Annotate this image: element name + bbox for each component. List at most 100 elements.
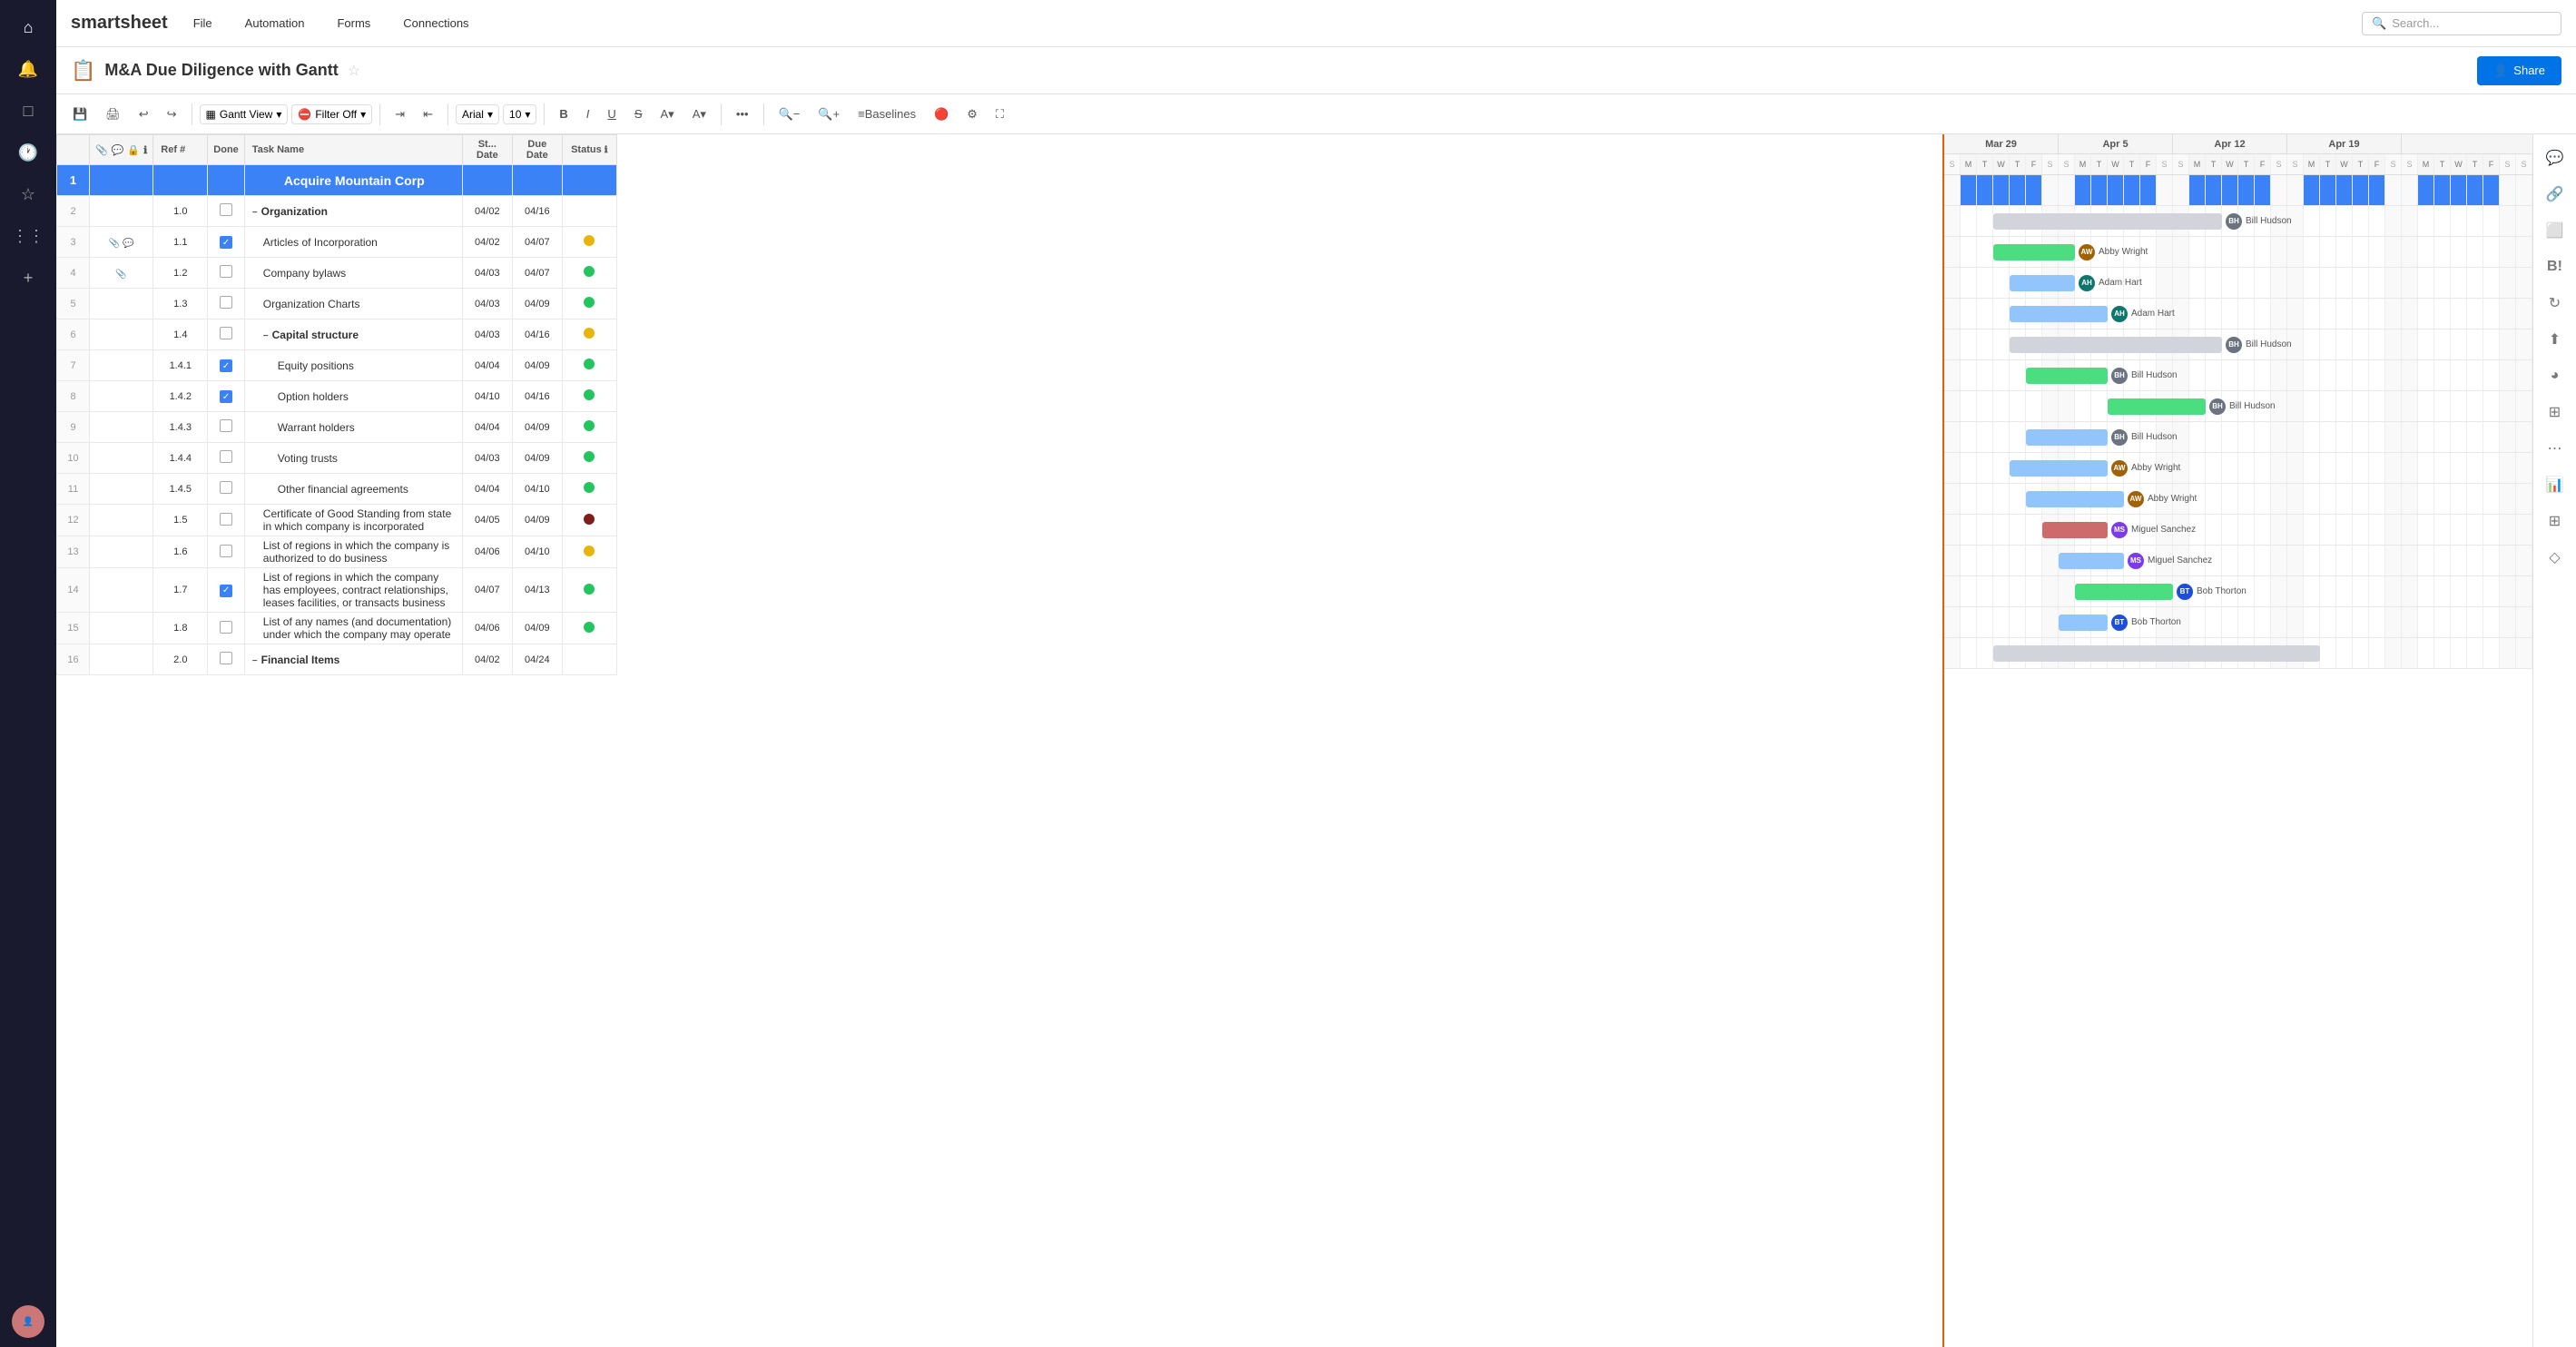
- gantt-cell: [2271, 607, 2287, 637]
- menu-automation[interactable]: Automation: [238, 13, 312, 34]
- bold-button[interactable]: B: [552, 103, 575, 124]
- checkbox[interactable]: [220, 513, 232, 526]
- checkbox[interactable]: [220, 265, 232, 278]
- panel-bold-icon[interactable]: B!: [2541, 252, 2570, 281]
- checkbox[interactable]: [220, 621, 232, 634]
- sidebar-sheets-icon[interactable]: □: [10, 93, 46, 129]
- panel-grid-icon[interactable]: ⊞: [2541, 506, 2570, 536]
- done-cell[interactable]: [208, 644, 245, 675]
- menu-file[interactable]: File: [186, 13, 220, 34]
- gantt-day-label: M: [2189, 154, 2206, 174]
- done-cell[interactable]: [208, 320, 245, 350]
- checkbox[interactable]: ✓: [220, 390, 232, 403]
- sidebar-recent-icon[interactable]: 🕐: [10, 134, 46, 171]
- subsection-collapse-icon[interactable]: −: [263, 331, 269, 341]
- gantt-month-label: Apr 12: [2173, 134, 2287, 153]
- done-cell[interactable]: [208, 165, 245, 196]
- baselines-button[interactable]: ≡ Baselines: [850, 103, 923, 124]
- menu-connections[interactable]: Connections: [396, 13, 476, 34]
- panel-layers-icon[interactable]: ⬜: [2541, 216, 2570, 245]
- undo-button[interactable]: ↩: [132, 103, 156, 125]
- panel-pie-icon[interactable]: ◕: [2541, 361, 2570, 390]
- checkbox[interactable]: [220, 419, 232, 432]
- font-selector[interactable]: Arial ▾: [456, 104, 499, 124]
- zoom-in-button[interactable]: 🔍+: [811, 103, 847, 125]
- gantt-cell: [2059, 175, 2075, 205]
- indent-button[interactable]: ⇥: [388, 103, 412, 125]
- done-cell[interactable]: ✓: [208, 568, 245, 613]
- gantt-area[interactable]: Mar 29Apr 5Apr 12Apr 19 SMTWTFSSMTWTFSSM…: [1942, 134, 2532, 1347]
- done-cell[interactable]: [208, 443, 245, 474]
- checkbox[interactable]: [220, 327, 232, 339]
- checkbox[interactable]: [220, 481, 232, 494]
- checkbox[interactable]: ✓: [220, 236, 232, 249]
- text-color-button[interactable]: A▾: [685, 103, 713, 125]
- underline-button[interactable]: U: [600, 103, 623, 124]
- done-cell[interactable]: [208, 613, 245, 644]
- checkbox[interactable]: [220, 545, 232, 557]
- checkbox[interactable]: [220, 296, 232, 309]
- gantt-cell: [2238, 422, 2255, 452]
- done-cell[interactable]: [208, 474, 245, 505]
- sidebar-star-icon[interactable]: ☆: [10, 176, 46, 212]
- done-cell[interactable]: [208, 196, 245, 227]
- fill-color-button[interactable]: A▾: [653, 103, 681, 125]
- share-button[interactable]: 👤 Share: [2477, 56, 2561, 85]
- menu-forms[interactable]: Forms: [329, 13, 378, 34]
- section-collapse-icon[interactable]: −: [252, 656, 258, 666]
- sidebar-apps-icon[interactable]: ⋮⋮: [10, 218, 46, 254]
- star-icon[interactable]: ☆: [348, 62, 360, 80]
- due-date: 04/16: [512, 196, 562, 227]
- more-options-button[interactable]: •••: [729, 103, 756, 124]
- done-cell[interactable]: ✓: [208, 381, 245, 412]
- section-collapse-icon[interactable]: −: [252, 208, 258, 218]
- sidebar-avatar[interactable]: 👤: [12, 1305, 44, 1338]
- done-cell[interactable]: ✓: [208, 227, 245, 258]
- panel-diamond-icon[interactable]: ◇: [2541, 543, 2570, 572]
- done-cell[interactable]: [208, 258, 245, 289]
- save-button[interactable]: 💾: [65, 103, 94, 125]
- spreadsheet[interactable]: 📎 💬 🔒 ℹ Ref # Done: [56, 134, 1942, 1347]
- sidebar-notification-icon[interactable]: 🔔: [10, 51, 46, 87]
- filter-selector[interactable]: ⛔ Filter Off ▾: [291, 104, 372, 124]
- done-cell[interactable]: [208, 505, 245, 536]
- done-cell[interactable]: [208, 412, 245, 443]
- critical-path-button[interactable]: 🔴: [927, 103, 956, 125]
- sidebar-home-icon[interactable]: ⌂: [10, 9, 46, 45]
- outdent-button[interactable]: ⇤: [416, 103, 440, 125]
- panel-barchart-icon[interactable]: 📊: [2541, 470, 2570, 499]
- view-selector[interactable]: ▦ Gantt View ▾: [200, 104, 289, 124]
- fullscreen-button[interactable]: ⛶: [988, 103, 1011, 125]
- redo-button[interactable]: ↪: [160, 103, 184, 125]
- font-size-selector[interactable]: 10 ▾: [503, 104, 536, 124]
- panel-network-icon[interactable]: ⋯: [2541, 434, 2570, 463]
- panel-table-icon[interactable]: ⊞: [2541, 398, 2570, 427]
- ref-num: 1.4: [153, 320, 208, 350]
- search-bar[interactable]: 🔍 Search...: [2362, 12, 2561, 35]
- gantt-cell: [1961, 484, 1977, 514]
- gantt-row: MSMiguel Sanchez: [1944, 546, 2532, 576]
- panel-upload-icon[interactable]: ⬆: [2541, 325, 2570, 354]
- separator-3: [447, 103, 448, 125]
- sidebar-add-icon[interactable]: +: [10, 260, 46, 296]
- col-ref-header: Ref #: [153, 135, 208, 165]
- done-cell[interactable]: [208, 536, 245, 568]
- done-cell[interactable]: ✓: [208, 350, 245, 381]
- done-cell[interactable]: [208, 289, 245, 320]
- print-button[interactable]: 🖨: [98, 103, 128, 125]
- panel-refresh-icon[interactable]: ↻: [2541, 289, 2570, 318]
- due-date: 04/09: [512, 412, 562, 443]
- checkbox[interactable]: [220, 203, 232, 216]
- panel-link-icon[interactable]: 🔗: [2541, 180, 2570, 209]
- checkbox[interactable]: ✓: [220, 359, 232, 372]
- settings-button[interactable]: ⚙: [959, 103, 985, 125]
- gantt-cell: [2353, 638, 2369, 668]
- panel-chat-icon[interactable]: 💬: [2541, 143, 2570, 172]
- checkbox[interactable]: ✓: [220, 585, 232, 597]
- strikethrough-button[interactable]: S: [627, 103, 650, 124]
- checkbox[interactable]: [220, 652, 232, 664]
- checkbox[interactable]: [220, 450, 232, 463]
- gantt-cell: [2189, 607, 2206, 637]
- zoom-out-button[interactable]: 🔍−: [772, 103, 808, 125]
- italic-button[interactable]: I: [579, 103, 597, 124]
